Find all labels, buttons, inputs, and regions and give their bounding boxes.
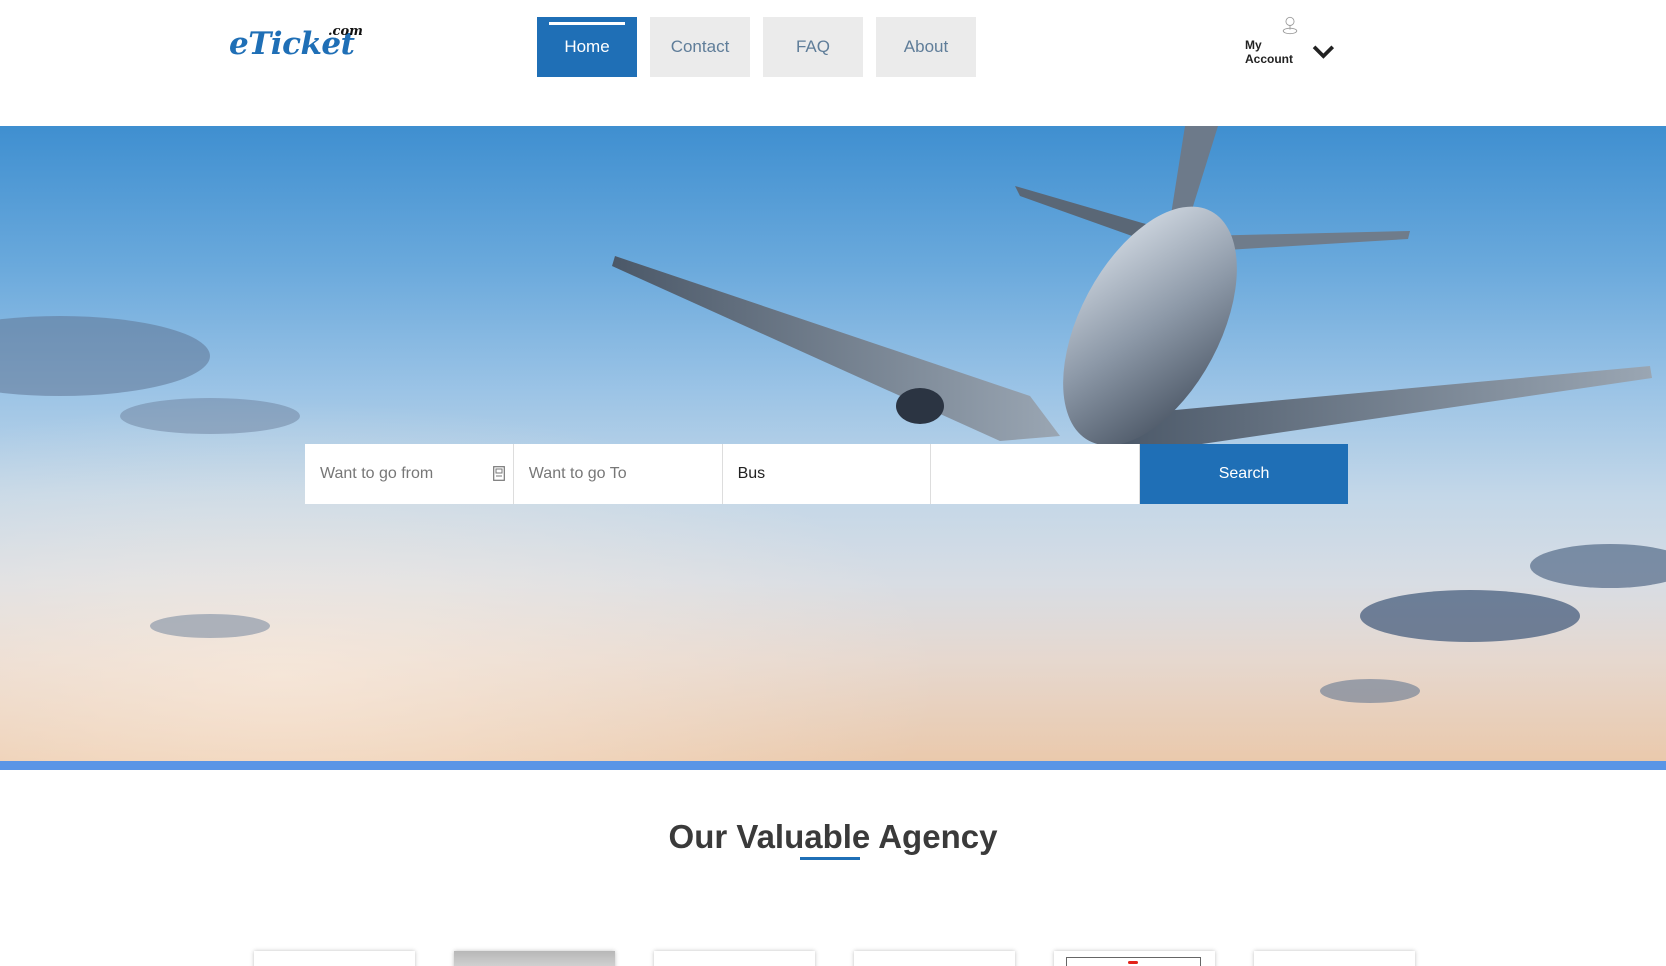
- transport-type-select[interactable]: Bus: [722, 444, 932, 504]
- date-field[interactable]: [931, 444, 1141, 504]
- logo-tld: .com: [328, 24, 363, 39]
- from-field[interactable]: [305, 444, 514, 504]
- nav-contact-button[interactable]: Contact: [650, 17, 750, 77]
- site-header: eTicket .com Home Contact FAQ About My A…: [0, 0, 1666, 126]
- title-underline: [800, 857, 860, 860]
- nav-faq-button[interactable]: FAQ: [763, 17, 863, 77]
- agency-card[interactable]: [454, 951, 615, 966]
- main-nav: Home Contact FAQ About: [537, 17, 976, 77]
- agency-card[interactable]: [854, 951, 1015, 966]
- section-title: Our Valuable Agency: [668, 818, 998, 855]
- user-icon: [1282, 16, 1298, 35]
- nav-about-button[interactable]: About: [876, 17, 976, 77]
- transport-type-value: Bus: [737, 465, 766, 482]
- agency-card[interactable]: [654, 951, 815, 966]
- to-input[interactable]: [528, 465, 699, 483]
- to-field[interactable]: [513, 444, 723, 504]
- date-input[interactable]: [946, 465, 1117, 483]
- logo[interactable]: eTicket .com: [229, 22, 369, 66]
- from-input[interactable]: [320, 465, 490, 483]
- hero-bottom-bar: [0, 761, 1666, 770]
- agency-logo-mark: [1128, 961, 1138, 964]
- my-account-menu[interactable]: My Account: [1245, 16, 1335, 66]
- account-row: My Account: [1245, 38, 1335, 66]
- agency-card[interactable]: [1254, 951, 1415, 966]
- agency-card[interactable]: [254, 951, 415, 966]
- search-bar: Bus Search: [305, 444, 1348, 504]
- calendar-icon[interactable]: [492, 466, 505, 481]
- account-label: My Account: [1245, 38, 1293, 66]
- agency-card[interactable]: [1054, 951, 1215, 966]
- search-button[interactable]: Search: [1140, 444, 1348, 504]
- agency-cards: [254, 951, 1415, 966]
- nav-home-button[interactable]: Home: [537, 17, 637, 77]
- chevron-down-icon: [1312, 45, 1335, 59]
